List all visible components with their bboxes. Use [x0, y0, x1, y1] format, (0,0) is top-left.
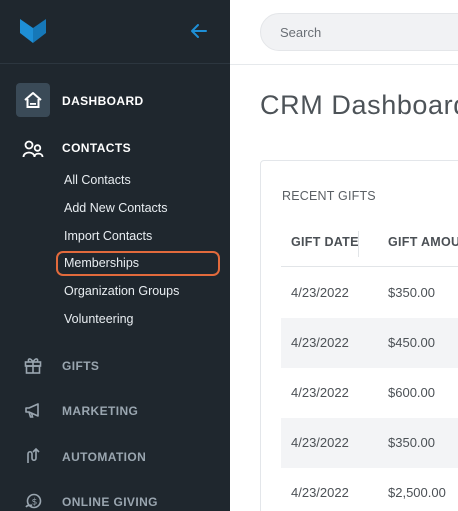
- gift-amount-cell: $2,500.00: [388, 485, 446, 500]
- gift-date-cell: 4/23/2022: [291, 435, 349, 450]
- gift-date-cell: 4/23/2022: [291, 385, 349, 400]
- table-row[interactable]: 4/23/2022 $350.00: [281, 268, 458, 318]
- table-row[interactable]: 4/23/2022 $600.00: [281, 368, 458, 418]
- subnav-memberships[interactable]: Memberships: [64, 256, 139, 270]
- nav-item-marketing[interactable]: MARKETING: [0, 396, 230, 426]
- contacts-people-icon: [16, 132, 50, 166]
- collapse-sidebar-arrow-icon[interactable]: [188, 20, 210, 42]
- page-title: CRM Dashboard: [260, 90, 458, 120]
- megaphone-icon: [16, 393, 50, 427]
- nav-label-marketing: MARKETING: [62, 404, 139, 418]
- table-row[interactable]: 4/23/2022 $450.00: [281, 318, 458, 368]
- nav-item-gifts[interactable]: GIFTS: [0, 350, 230, 380]
- sidebar-header: [0, 0, 230, 64]
- subnav-add-new-contacts[interactable]: Add New Contacts: [64, 201, 168, 215]
- gift-amount-cell: $450.00: [388, 335, 435, 350]
- gift-amount-cell: $350.00: [388, 435, 435, 450]
- table-row[interactable]: 4/23/2022 $350.00: [281, 418, 458, 468]
- gift-icon: [16, 348, 50, 382]
- gift-date-cell: 4/23/2022: [291, 335, 349, 350]
- table-header-divider: [281, 266, 458, 267]
- gift-date-cell: 4/23/2022: [291, 285, 349, 300]
- search-input[interactable]: [260, 13, 458, 51]
- column-header-gift-amount[interactable]: GIFT AMOU: [388, 235, 458, 249]
- gift-amount-cell: $600.00: [388, 385, 435, 400]
- nav-label-dashboard: DASHBOARD: [62, 94, 144, 108]
- subnav-organization-groups[interactable]: Organization Groups: [64, 284, 179, 298]
- nav-item-online-giving[interactable]: $ ONLINE GIVING: [0, 487, 230, 511]
- table-row[interactable]: 4/23/2022 $2,500.00: [281, 468, 458, 511]
- nav-item-contacts[interactable]: CONTACTS: [0, 132, 230, 164]
- column-divider: [358, 231, 359, 257]
- automation-flow-icon: [16, 439, 50, 473]
- column-header-gift-date[interactable]: GIFT DATE: [291, 235, 359, 249]
- brand-logo-icon[interactable]: [20, 19, 46, 43]
- nav-item-dashboard[interactable]: DASHBOARD: [0, 82, 230, 118]
- gift-amount-cell: $350.00: [388, 285, 435, 300]
- nav-item-automation[interactable]: AUTOMATION: [0, 441, 230, 471]
- subnav-volunteering[interactable]: Volunteering: [64, 312, 134, 326]
- recent-gifts-title: RECENT GIFTS: [282, 189, 376, 203]
- nav-label-contacts: CONTACTS: [62, 141, 131, 155]
- nav-label-online-giving: ONLINE GIVING: [62, 495, 158, 509]
- subnav-import-contacts[interactable]: Import Contacts: [64, 229, 152, 243]
- nav-label-automation: AUTOMATION: [62, 450, 147, 464]
- subnav-all-contacts[interactable]: All Contacts: [64, 173, 131, 187]
- online-giving-icon: $: [16, 484, 50, 511]
- gift-date-cell: 4/23/2022: [291, 485, 349, 500]
- nav-label-gifts: GIFTS: [62, 359, 100, 373]
- home-icon: [16, 83, 50, 117]
- sidebar: DASHBOARD CONTACTS All Contacts Add New …: [0, 0, 230, 511]
- svg-text:$: $: [32, 498, 38, 508]
